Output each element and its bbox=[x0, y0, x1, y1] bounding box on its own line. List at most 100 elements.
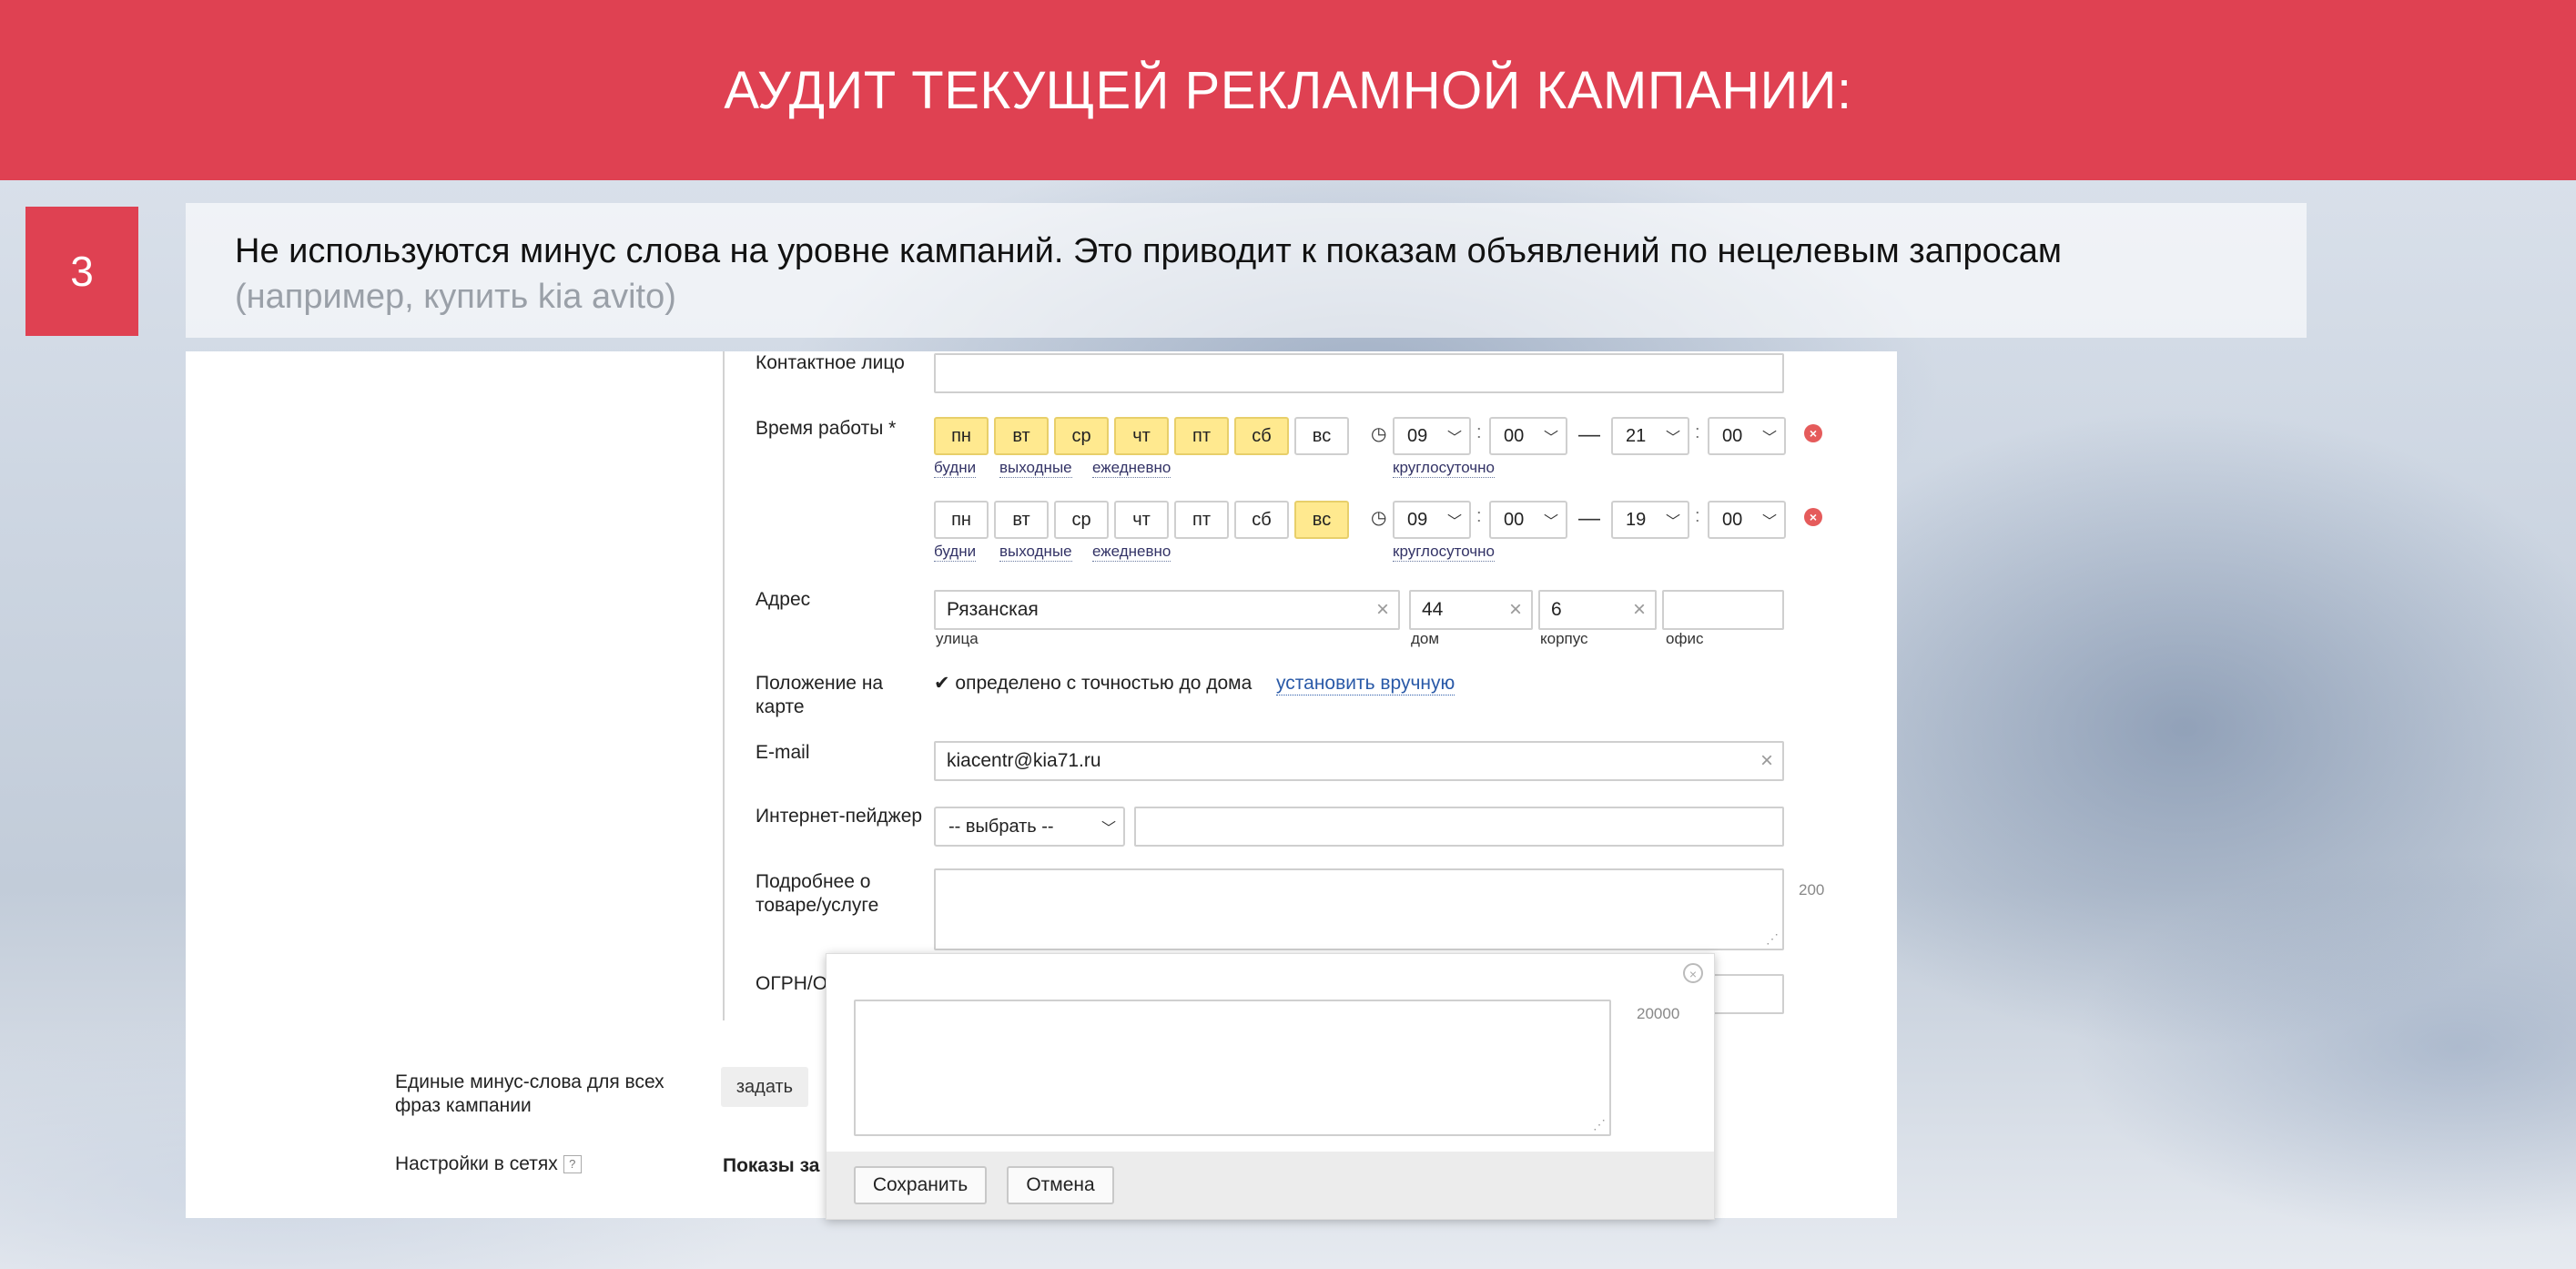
building-input[interactable]: 6 × bbox=[1538, 590, 1657, 630]
to-minute-select-value: 00 bbox=[1722, 509, 1743, 530]
pager-input[interactable] bbox=[1134, 807, 1784, 847]
day-toggle-сб[interactable]: сб bbox=[1234, 417, 1289, 455]
office-input[interactable] bbox=[1662, 590, 1784, 630]
to-minute-select-value: 00 bbox=[1722, 425, 1743, 446]
note-example: (например, купить kia avito) bbox=[235, 278, 676, 316]
chevron-down-icon: ﹀ bbox=[1665, 514, 1680, 530]
working-hours-label: Время работы * bbox=[756, 418, 897, 439]
chevron-down-icon: ﹀ bbox=[1665, 431, 1680, 446]
shows-label: Показы за bbox=[723, 1155, 820, 1176]
chevron-down-icon: ﹀ bbox=[1446, 514, 1462, 530]
minus-words-textarea[interactable]: ⋰ bbox=[854, 1000, 1611, 1136]
contact-person-label: Контактное лицо bbox=[756, 352, 905, 373]
quick-link-1[interactable]: выходные bbox=[999, 543, 1072, 562]
to-hour-select[interactable]: 21 ﹀ bbox=[1611, 417, 1689, 455]
range-dash: — bbox=[1578, 422, 1600, 447]
day-toggle-вт[interactable]: вт bbox=[994, 417, 1049, 455]
clear-icon[interactable]: × bbox=[1376, 597, 1389, 623]
from-minute-select[interactable]: 00 ﹀ bbox=[1489, 501, 1567, 539]
quick-link-0[interactable]: будни bbox=[934, 459, 977, 478]
save-button[interactable]: Сохранить bbox=[854, 1166, 987, 1204]
range-dash: — bbox=[1578, 506, 1600, 531]
cancel-button[interactable]: Отмена bbox=[1007, 1166, 1114, 1204]
quick-link-2[interactable]: ежедневно bbox=[1092, 543, 1171, 562]
clock-icon: ◷ bbox=[1371, 424, 1387, 444]
map-position-label-1: Положение на bbox=[756, 673, 884, 694]
details-label-1: Подробнее о bbox=[756, 871, 871, 892]
day-toggle-вс[interactable]: вс bbox=[1294, 417, 1349, 455]
email-input[interactable]: kiacentr@kia71.ru × bbox=[934, 741, 1784, 781]
time-separator: : bbox=[1476, 422, 1482, 442]
popup-footer: Сохранить Отмена bbox=[827, 1152, 1714, 1219]
house-value: 44 bbox=[1422, 599, 1444, 620]
remove-icon[interactable]: × bbox=[1804, 508, 1822, 526]
minus-words-label-1: Единые минус-слова для всех bbox=[395, 1071, 664, 1092]
day-toggle-пт[interactable]: пт bbox=[1174, 417, 1229, 455]
remove-icon[interactable]: × bbox=[1804, 424, 1822, 442]
details-textarea[interactable]: ⋰ bbox=[934, 868, 1784, 950]
time-separator: : bbox=[1695, 506, 1700, 526]
round-the-clock-link[interactable]: круглосуточно bbox=[1393, 543, 1495, 562]
clear-icon[interactable]: × bbox=[1509, 597, 1522, 623]
from-hour-select[interactable]: 09 ﹀ bbox=[1393, 417, 1471, 455]
day-toggle-вс[interactable]: вс bbox=[1294, 501, 1349, 539]
help-icon[interactable]: ? bbox=[563, 1155, 582, 1174]
contact-person-input[interactable] bbox=[934, 353, 1784, 393]
from-minute-select[interactable]: 00 ﹀ bbox=[1489, 417, 1567, 455]
to-minute-select[interactable]: 00 ﹀ bbox=[1708, 501, 1786, 539]
pager-label: Интернет-пейджер bbox=[756, 806, 923, 827]
day-toggle-пт[interactable]: пт bbox=[1174, 501, 1229, 539]
time-separator: : bbox=[1476, 506, 1482, 526]
day-toggle-пн[interactable]: пн bbox=[934, 417, 989, 455]
email-value: kiacentr@kia71.ru bbox=[947, 750, 1101, 771]
street-input[interactable]: Рязанская × bbox=[934, 590, 1400, 630]
resize-handle-icon[interactable]: ⋰ bbox=[1766, 931, 1779, 947]
details-char-counter: 200 bbox=[1799, 881, 1825, 898]
pager-type-select[interactable]: -- выбрать -- ﹀ bbox=[934, 807, 1125, 847]
round-the-clock-link[interactable]: круглосуточно bbox=[1393, 459, 1495, 478]
from-minute-select-value: 00 bbox=[1504, 425, 1525, 446]
from-hour-select[interactable]: 09 ﹀ bbox=[1393, 501, 1471, 539]
resize-handle-icon[interactable]: ⋰ bbox=[1593, 1117, 1606, 1132]
house-sublabel: дом bbox=[1411, 630, 1440, 647]
pager-select-value: -- выбрать -- bbox=[948, 816, 1054, 837]
map-position-label-2: карте bbox=[756, 696, 805, 717]
note-text: Не используются минус слова на уровне ка… bbox=[235, 232, 2062, 270]
day-toggle-ср[interactable]: ср bbox=[1054, 417, 1109, 455]
day-toggle-сб[interactable]: сб bbox=[1234, 501, 1289, 539]
to-hour-select[interactable]: 19 ﹀ bbox=[1611, 501, 1689, 539]
to-minute-select[interactable]: 00 ﹀ bbox=[1708, 417, 1786, 455]
clear-icon[interactable]: × bbox=[1633, 597, 1646, 623]
chevron-down-icon: ﹀ bbox=[1761, 431, 1777, 446]
network-settings-label: Настройки в сетях? bbox=[395, 1152, 582, 1176]
day-toggle-чт[interactable]: чт bbox=[1114, 417, 1169, 455]
quick-link-1[interactable]: выходные bbox=[999, 459, 1072, 478]
from-hour-select-value: 09 bbox=[1407, 425, 1428, 446]
building-value: 6 bbox=[1551, 599, 1562, 620]
day-toggle-пн[interactable]: пн bbox=[934, 501, 989, 539]
day-toggle-вт[interactable]: вт bbox=[994, 501, 1049, 539]
clear-icon[interactable]: × bbox=[1760, 748, 1773, 774]
chevron-down-icon: ﹀ bbox=[1100, 821, 1116, 837]
quick-link-0[interactable]: будни bbox=[934, 543, 977, 562]
quick-link-2[interactable]: ежедневно bbox=[1092, 459, 1171, 478]
slide-title: АУДИТ ТЕКУЩЕЙ РЕКЛАМНОЙ КАМПАНИИ: bbox=[724, 60, 1852, 120]
day-toggle-чт[interactable]: чт bbox=[1114, 501, 1169, 539]
street-sublabel: улица bbox=[936, 630, 979, 647]
house-input[interactable]: 44 × bbox=[1409, 590, 1533, 630]
set-minus-words-button[interactable]: задать bbox=[721, 1067, 808, 1107]
set-manually-link[interactable]: установить вручную bbox=[1276, 673, 1455, 695]
chevron-down-icon: ﹀ bbox=[1761, 514, 1777, 530]
point-number-badge: 3 bbox=[25, 207, 138, 336]
from-hour-select-value: 09 bbox=[1407, 509, 1428, 530]
minus-words-popup: × ⋰ 20000 Сохранить Отмена bbox=[826, 953, 1715, 1220]
time-separator: : bbox=[1695, 422, 1700, 442]
street-value: Рязанская bbox=[947, 599, 1039, 620]
chevron-down-icon: ﹀ bbox=[1543, 431, 1558, 446]
day-toggle-ср[interactable]: ср bbox=[1054, 501, 1109, 539]
close-icon[interactable]: × bbox=[1683, 963, 1703, 983]
screenshot-panel: Контактное лицо Время работы * пн вт ср чт п… bbox=[186, 351, 1897, 1220]
chevron-down-icon: ﹀ bbox=[1446, 431, 1462, 446]
note-panel: Не используются минус слова на уровне ка… bbox=[186, 203, 2307, 338]
map-status-text: ✔ определено с точностью до дома bbox=[934, 673, 1253, 694]
